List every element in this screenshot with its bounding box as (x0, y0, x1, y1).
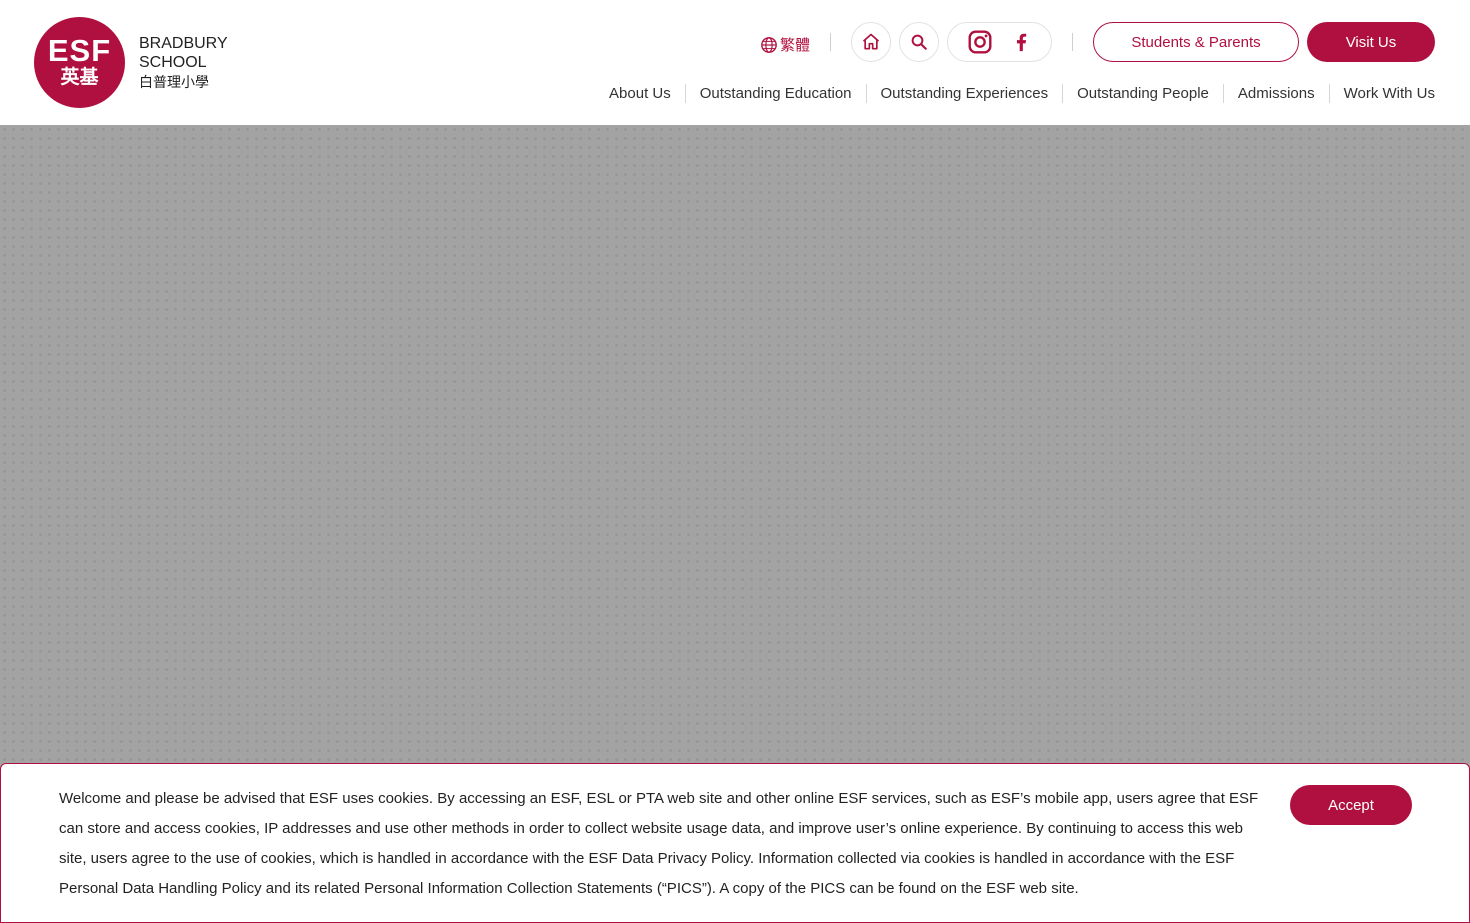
site-header: ESF 英基 BRADBURY SCHOOL 白普理小學 繁體 Students… (0, 0, 1470, 125)
language-switch[interactable]: 繁體 (760, 34, 810, 55)
header-divider (1072, 33, 1073, 51)
header-divider (830, 33, 831, 51)
students-parents-button[interactable]: Students & Parents (1093, 22, 1299, 62)
search-button[interactable] (899, 22, 939, 62)
nav-item-outstanding-people[interactable]: Outstanding People (1062, 84, 1223, 103)
school-name-line1: BRADBURY (139, 34, 228, 52)
cookie-banner-text: Welcome and please be advised that ESF u… (59, 790, 1259, 897)
school-logo[interactable]: ESF 英基 BRADBURY SCHOOL 白普理小學 (34, 17, 228, 108)
visit-us-button[interactable]: Visit Us (1307, 22, 1435, 62)
nav-item-outstanding-experiences[interactable]: Outstanding Experiences (865, 84, 1063, 103)
school-name-cjk: 白普理小學 (139, 73, 209, 90)
language-label: 繁體 (780, 37, 811, 54)
nav-item-work-with-us[interactable]: Work With Us (1328, 84, 1435, 103)
esf-logo-badge: ESF 英基 (34, 17, 125, 108)
instagram-link[interactable] (967, 29, 993, 55)
instagram-icon (968, 30, 992, 54)
home-button[interactable] (851, 22, 891, 62)
facebook-link[interactable] (1010, 29, 1032, 55)
search-icon (911, 34, 927, 50)
social-links (947, 22, 1052, 62)
school-name: BRADBURY SCHOOL 白普理小學 (139, 34, 228, 92)
nav-item-outstanding-education[interactable]: Outstanding Education (684, 84, 866, 103)
accept-cookies-button[interactable]: Accept (1290, 785, 1412, 825)
logo-cjk-text: 英基 (60, 67, 99, 88)
nav-item-about-us[interactable]: About Us (595, 84, 685, 103)
school-name-line2: SCHOOL (139, 53, 207, 71)
logo-esf-text: ESF (47, 33, 112, 68)
main-nav: About Us Outstanding Education Outstandi… (595, 84, 1435, 103)
nav-item-admissions[interactable]: Admissions (1222, 84, 1329, 103)
home-icon (862, 33, 880, 50)
facebook-icon (1017, 33, 1027, 52)
cookie-banner: Welcome and please be advised that ESF u… (0, 763, 1470, 923)
globe-icon (761, 36, 777, 53)
